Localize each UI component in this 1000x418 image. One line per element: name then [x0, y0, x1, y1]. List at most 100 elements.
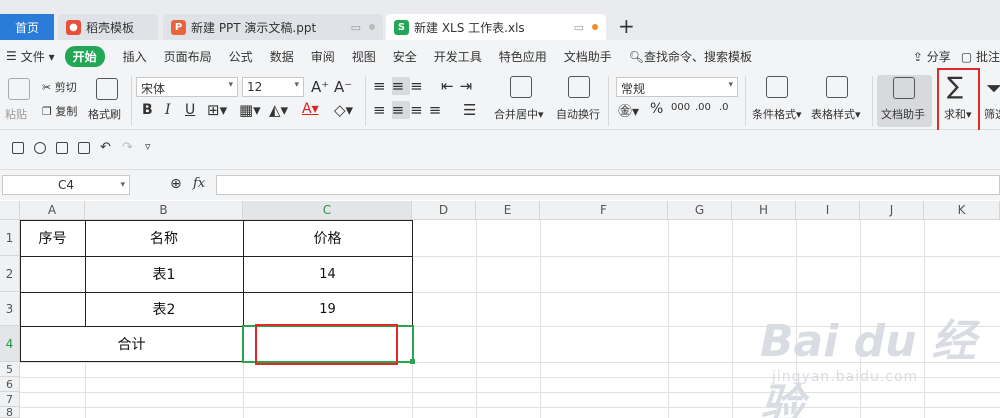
- cell-style-icon[interactable]: ▦▾: [239, 101, 261, 119]
- paste-button[interactable]: 粘贴: [5, 106, 27, 122]
- menu-insert[interactable]: 插入: [123, 48, 147, 65]
- menu-doc-assistant[interactable]: 文档助手: [564, 48, 612, 65]
- close-dot-icon[interactable]: [369, 24, 375, 30]
- column-header-j[interactable]: J: [860, 201, 924, 220]
- percent-icon[interactable]: %: [650, 101, 663, 117]
- borders-icon[interactable]: ⊞▾: [207, 101, 227, 119]
- row-header-2[interactable]: 2: [0, 256, 20, 292]
- row-header-5[interactable]: 5: [0, 362, 20, 377]
- column-header-h[interactable]: H: [732, 201, 796, 220]
- decrease-decimal-icon[interactable]: .0: [719, 102, 729, 113]
- fx-icon[interactable]: fx: [193, 176, 205, 191]
- font-name-select[interactable]: 宋体 ▾: [136, 77, 238, 97]
- tab-docer-templates[interactable]: ● 稻壳模板: [58, 14, 158, 40]
- menu-formulas[interactable]: 公式: [229, 48, 253, 65]
- currency-icon[interactable]: ㊎▾: [618, 101, 639, 121]
- column-header-i[interactable]: I: [796, 201, 860, 220]
- menu-view[interactable]: 视图: [352, 48, 376, 65]
- cut-button[interactable]: ✂ 剪切: [42, 79, 77, 95]
- tab-ppt-document[interactable]: P 新建 PPT 演示文稿.ppt ▭: [163, 14, 383, 40]
- tab-home[interactable]: 首页: [0, 14, 54, 40]
- doc-assistant-button[interactable]: 文档助手: [877, 75, 932, 127]
- conditional-format-icon[interactable]: [766, 76, 788, 98]
- spreadsheet-grid[interactable]: A B C D E F G H I J K 1 2 3 4 5 6 7 8 序号…: [0, 201, 1000, 418]
- filter-icon[interactable]: ⏷: [986, 76, 1000, 100]
- cell-c2[interactable]: 14: [243, 256, 412, 292]
- format-painter-button[interactable]: 格式刷: [88, 106, 121, 122]
- hamburger-icon[interactable]: ☰: [6, 49, 17, 63]
- column-header-e[interactable]: E: [476, 201, 540, 220]
- cell-b3[interactable]: 表2: [85, 292, 243, 326]
- cell-b2[interactable]: 表1: [85, 256, 243, 292]
- clear-icon[interactable]: ◇▾: [334, 101, 353, 119]
- cell-a4-merged[interactable]: 合计: [20, 326, 243, 362]
- increase-font-icon[interactable]: A⁺: [311, 78, 329, 96]
- decrease-font-icon[interactable]: A⁻: [334, 78, 352, 96]
- menu-review[interactable]: 审阅: [311, 48, 335, 65]
- number-format-select[interactable]: 常规 ▾: [616, 77, 738, 97]
- menu-special[interactable]: 特色应用: [499, 48, 547, 65]
- distribute-icon[interactable]: ☰: [463, 101, 476, 119]
- column-header-k[interactable]: K: [924, 201, 1000, 220]
- column-header-b[interactable]: B: [85, 201, 243, 220]
- fill-handle[interactable]: [410, 359, 415, 364]
- monitor-icon[interactable]: ▭: [351, 21, 361, 34]
- table-style-button[interactable]: 表格样式▾: [811, 106, 861, 122]
- format-painter-icon[interactable]: [96, 78, 118, 100]
- table-style-icon[interactable]: [826, 76, 848, 98]
- column-header-a[interactable]: A: [20, 201, 85, 220]
- customize-chevron-icon[interactable]: ▿: [145, 140, 151, 153]
- unsaved-dot-icon[interactable]: [592, 24, 598, 30]
- cell-a1[interactable]: 序号: [20, 220, 85, 256]
- comment-button[interactable]: ▢ 批注: [961, 48, 1000, 65]
- print-icon[interactable]: [56, 142, 68, 154]
- command-search[interactable]: 🔍︎查找命令、搜索模板: [629, 48, 752, 65]
- row-header-8[interactable]: 8: [0, 406, 20, 418]
- wrap-text-button[interactable]: 自动换行: [556, 106, 600, 122]
- indent-icons[interactable]: ⇤⇥: [441, 77, 478, 95]
- merge-center-button[interactable]: 合并居中▾: [494, 106, 544, 122]
- menu-file[interactable]: 文件 ▾: [21, 48, 55, 65]
- monitor-icon[interactable]: ▭: [574, 21, 584, 34]
- copy-button[interactable]: ❐ 复制: [42, 103, 77, 119]
- tab-xls-document[interactable]: S 新建 XLS 工作表.xls ▭: [386, 14, 606, 40]
- menu-page-layout[interactable]: 页面布局: [164, 48, 212, 65]
- font-size-select[interactable]: 12 ▾: [242, 77, 304, 97]
- wrap-text-icon[interactable]: [568, 76, 590, 98]
- column-header-f[interactable]: F: [540, 201, 668, 220]
- select-all-corner[interactable]: [0, 201, 20, 220]
- thousands-icon[interactable]: 000: [671, 102, 690, 113]
- menu-security[interactable]: 安全: [393, 48, 417, 65]
- column-header-g[interactable]: G: [668, 201, 732, 220]
- filter-button[interactable]: 筛选: [984, 106, 1000, 122]
- bold-icon[interactable]: B: [142, 102, 153, 118]
- vertical-align-icons[interactable]: ≡≡≡: [373, 77, 429, 95]
- menu-developer[interactable]: 开发工具: [434, 48, 482, 65]
- row-header-4[interactable]: 4: [0, 326, 20, 362]
- underline-icon[interactable]: U: [185, 102, 195, 118]
- row-header-3[interactable]: 3: [0, 292, 20, 326]
- merge-center-icon[interactable]: [510, 76, 532, 98]
- export-icon[interactable]: [34, 142, 46, 154]
- cell-c3[interactable]: 19: [243, 292, 412, 326]
- cell-c1[interactable]: 价格: [243, 220, 412, 256]
- zoom-lookup-icon[interactable]: ⊕: [170, 176, 182, 192]
- undo-icon[interactable]: ↶: [100, 140, 111, 155]
- font-color-icon[interactable]: A▾: [302, 101, 319, 117]
- horizontal-align-icons[interactable]: ≡≡≡≡: [373, 101, 447, 119]
- redo-icon[interactable]: ↷: [122, 140, 133, 155]
- share-button[interactable]: ⇪ 分享: [913, 48, 951, 65]
- print-preview-icon[interactable]: [78, 142, 90, 154]
- save-icon[interactable]: [12, 142, 24, 154]
- row-header-1[interactable]: 1: [0, 220, 20, 256]
- increase-decimal-icon[interactable]: .00: [695, 102, 711, 113]
- formula-input[interactable]: [216, 175, 1000, 195]
- cell-b1[interactable]: 名称: [85, 220, 243, 256]
- row-header-6[interactable]: 6: [0, 377, 20, 392]
- menu-data[interactable]: 数据: [270, 48, 294, 65]
- paste-icon[interactable]: [8, 78, 30, 100]
- fill-color-icon[interactable]: ◭▾: [269, 101, 288, 119]
- conditional-format-button[interactable]: 条件格式▾: [752, 106, 802, 122]
- new-tab-plus-icon[interactable]: +: [618, 14, 638, 40]
- italic-icon[interactable]: I: [165, 102, 171, 118]
